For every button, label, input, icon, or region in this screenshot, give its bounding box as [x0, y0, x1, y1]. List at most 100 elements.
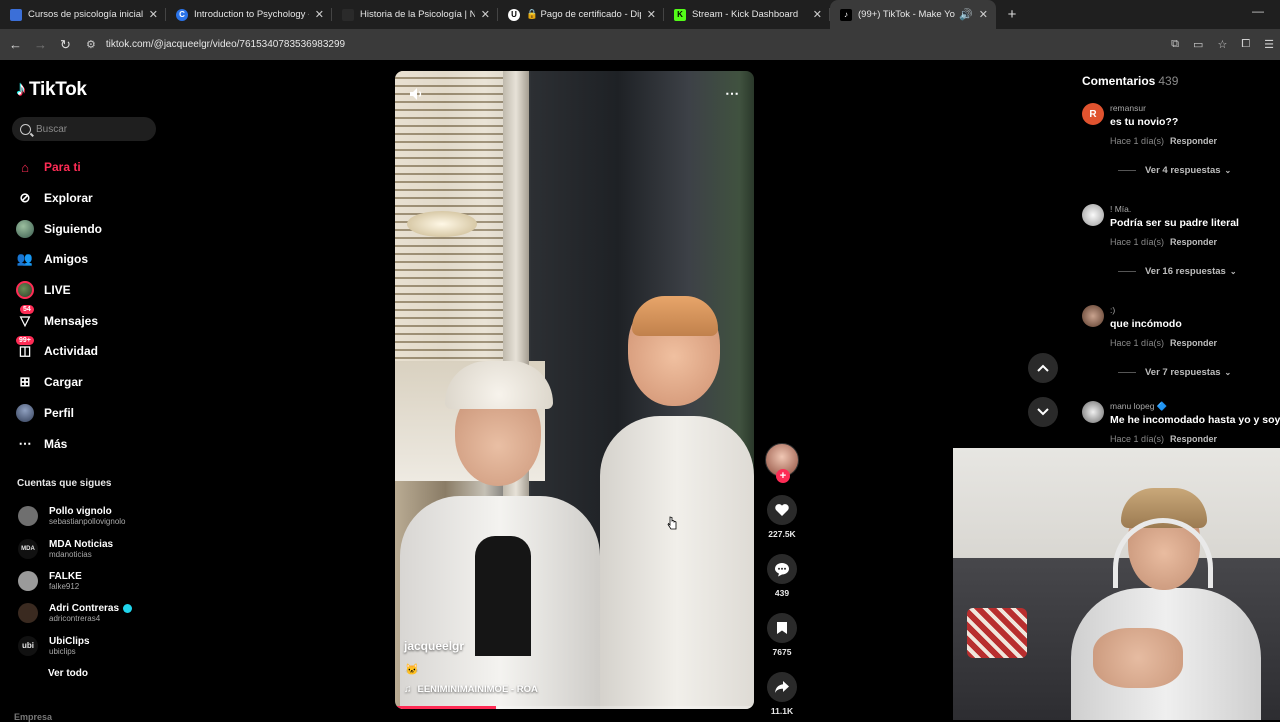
profile-icon — [16, 403, 34, 422]
video-progress-bar[interactable] — [395, 706, 754, 709]
commenter-avatar[interactable]: R — [1082, 103, 1104, 125]
like-button[interactable] — [767, 495, 797, 525]
sidebar-item-siguiendo[interactable]: Siguiendo — [16, 213, 102, 244]
sidebar-item-explorar[interactable]: ⊘ Explorar — [16, 183, 102, 214]
account-handle: mdanoticias — [49, 549, 92, 559]
browser-tab[interactable]: K Stream - Kick Dashboard ✕ — [664, 0, 830, 29]
followed-account[interactable]: Pollo vignolo sebastianpollovignolo — [18, 500, 132, 532]
search-icon — [20, 123, 31, 135]
reply-button[interactable]: Responder — [1170, 338, 1217, 348]
chevron-up-icon — [1037, 364, 1049, 372]
video-player[interactable]: ⋯ jacqueelgr 🐱 ♫ EENIMINIMAINIMOE - ROA — [395, 71, 754, 709]
share-button[interactable] — [767, 672, 797, 702]
reply-button[interactable]: Responder — [1170, 237, 1217, 247]
browser-tab-bar: Cursos de psicología iniciales ✕ C Intro… — [0, 0, 1280, 29]
search-input[interactable]: Buscar — [12, 117, 156, 141]
activity-badge: 99+ — [16, 336, 34, 346]
account-name: MDA Noticias — [49, 538, 114, 550]
back-arrow-icon[interactable]: ← — [3, 37, 28, 52]
commenter-avatar[interactable] — [1082, 305, 1104, 327]
more-options-icon[interactable]: ⋯ — [725, 85, 740, 102]
reply-button[interactable]: Responder — [1170, 434, 1217, 444]
followed-account[interactable]: FALKE falke912 — [18, 565, 132, 597]
window-minimize-icon[interactable]: — — [1252, 4, 1264, 18]
comment-time: Hace 1 día(s) — [1110, 338, 1165, 348]
see-all-link[interactable]: Ver todo — [48, 668, 88, 679]
tab-audio-icon[interactable]: 🔊 — [959, 8, 973, 21]
close-tab-icon[interactable]: ✕ — [315, 8, 324, 21]
document-favicon-icon — [10, 8, 22, 21]
comment-button[interactable] — [767, 554, 797, 584]
sidebar-item-cargar[interactable]: ⊞ Cargar — [16, 367, 102, 398]
forward-arrow-icon[interactable]: → — [28, 37, 53, 52]
commenter-name[interactable]: remansur — [1110, 103, 1146, 113]
search-placeholder: Buscar — [36, 123, 68, 135]
sidebar-item-live[interactable]: LIVE — [16, 275, 102, 306]
comment-time: Hace 1 día(s) — [1110, 237, 1165, 247]
sidebar-item-para-ti[interactable]: ⌂ Para ti — [16, 152, 102, 183]
home-icon: ⌂ — [21, 159, 29, 175]
sidebar-item-label: Explorar — [44, 191, 93, 206]
tab-title: (99+) TikTok - Make Your D — [858, 9, 955, 20]
menu-icon[interactable]: ☰ — [1264, 38, 1274, 51]
close-tab-icon[interactable]: ✕ — [979, 8, 988, 21]
view-replies-button[interactable]: Ver 7 respuestas ⌄ — [1118, 367, 1231, 378]
close-tab-icon[interactable]: ✕ — [481, 8, 490, 21]
follow-plus-icon[interactable]: + — [776, 469, 790, 483]
account-handle: adricontreras4 — [49, 614, 101, 624]
like-count: 227.5K — [768, 529, 796, 539]
sidebar-item-amigos[interactable]: 👥 Amigos — [16, 244, 102, 275]
account-name: UbiClips — [49, 635, 90, 647]
chevron-down-icon — [1037, 408, 1049, 416]
browser-tab[interactable]: Historia de la Psicología | Noba ✕ — [332, 0, 498, 29]
close-tab-icon[interactable]: ✕ — [647, 8, 656, 21]
followed-account[interactable]: Adri Contreras adricontreras4 — [18, 597, 133, 629]
view-replies-button[interactable]: Ver 4 respuestas ⌄ — [1118, 165, 1231, 176]
close-tab-icon[interactable]: ✕ — [149, 8, 158, 21]
sidebar-item-mensajes[interactable]: ▽ 54 Mensajes — [16, 305, 102, 336]
sidebar-item-actividad[interactable]: ◫ 99+ Actividad — [16, 336, 102, 367]
browser-tab[interactable]: C Introduction to Psychology - Pa ✕ — [166, 0, 332, 29]
bookmark-star-icon[interactable]: ☆ — [1217, 38, 1227, 51]
commenter-avatar[interactable] — [1082, 401, 1104, 423]
followed-account[interactable]: ubi UbiClips ubiclips — [18, 630, 132, 662]
browser-tab[interactable]: U 🔒 Pago de certificado - Diplo ✕ — [498, 0, 664, 29]
volume-icon[interactable] — [409, 87, 425, 101]
new-tab-button[interactable]: + — [1000, 6, 1024, 23]
video-music[interactable]: ♫ EENIMINIMAINIMOE - ROA — [404, 684, 538, 695]
commenter-name[interactable]: ! Mía. — [1110, 204, 1131, 214]
view-replies-button[interactable]: Ver 16 respuestas ⌄ — [1118, 266, 1237, 277]
reload-icon[interactable]: ↻ — [53, 37, 78, 53]
tab-title: Stream - Kick Dashboard — [692, 9, 799, 20]
commenter-name[interactable]: manu lopeg 🔷 — [1110, 401, 1167, 412]
close-tab-icon[interactable]: ✕ — [813, 8, 822, 21]
followed-account[interactable]: MDA MDA Noticias mdanoticias — [18, 532, 132, 564]
previous-video-button[interactable] — [1028, 353, 1058, 383]
extensions-icon[interactable]: ⧠ — [1241, 38, 1250, 51]
sidebar-item-perfil[interactable]: Perfil — [16, 398, 102, 429]
tiktok-logo[interactable]: ♪ TikTok — [16, 78, 87, 101]
translate-icon[interactable]: ⧉ — [1171, 38, 1179, 51]
cast-icon[interactable]: ▭ — [1193, 38, 1203, 51]
webcam-person-hand — [1093, 628, 1183, 688]
reply-button[interactable]: Responder — [1170, 136, 1217, 146]
save-button[interactable] — [767, 613, 797, 643]
messages-icon: ▽ — [20, 312, 30, 328]
next-video-button[interactable] — [1028, 397, 1058, 427]
comments-count: 439 — [1158, 74, 1179, 88]
mouse-cursor-icon — [667, 516, 677, 530]
creator-avatar[interactable]: + — [765, 443, 799, 483]
browser-tab[interactable]: Cursos de psicología iniciales ✕ — [0, 0, 166, 29]
commenter-avatar[interactable] — [1082, 204, 1104, 226]
friends-icon: 👥 — [16, 251, 34, 267]
browser-tab-active[interactable]: ♪ (99+) TikTok - Make Your D 🔊 ✕ — [830, 0, 996, 29]
tiktok-note-icon: ♪ — [16, 78, 26, 100]
webcam-overlay — [953, 448, 1280, 720]
video-author[interactable]: jacqueelgr — [404, 639, 464, 653]
sidebar-item-label: LIVE — [44, 283, 71, 298]
activity-icon: ◫ — [18, 343, 32, 359]
url-field[interactable]: ⚙ tiktok.com/@jacqueelgr/video/761534078… — [86, 38, 345, 51]
commenter-name[interactable]: :) — [1110, 305, 1115, 315]
sidebar-item-mas[interactable]: ⋯ Más — [16, 428, 102, 459]
site-info-icon[interactable]: ⚙ — [86, 38, 96, 51]
